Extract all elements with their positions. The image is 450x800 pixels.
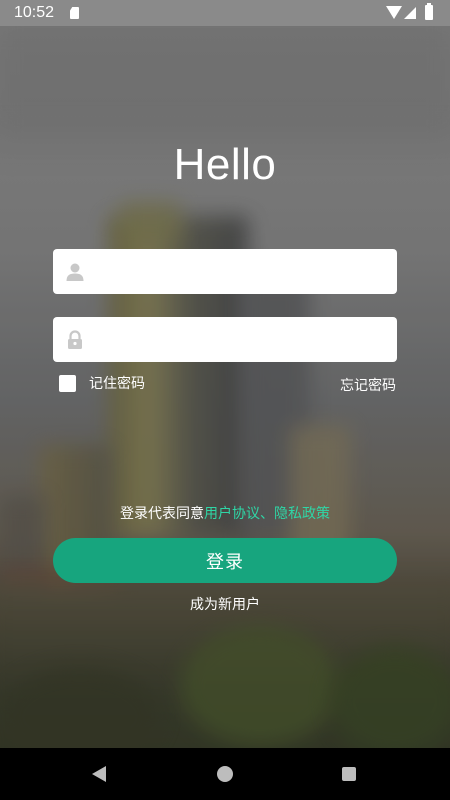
cell-signal-icon — [404, 7, 416, 19]
status-time: 10:52 — [14, 4, 55, 21]
battery-icon — [425, 3, 433, 20]
remember-label: 记住密码 — [89, 376, 145, 392]
user-icon — [65, 262, 85, 282]
agreement-text: 登录代表同意用户协议、隐私政策 — [0, 503, 450, 523]
wifi-icon — [386, 6, 402, 19]
recents-icon[interactable] — [342, 767, 356, 781]
home-icon[interactable] — [217, 766, 233, 782]
status-bar: 10:52 — [0, 0, 450, 26]
password-input[interactable] — [97, 317, 391, 364]
agreement-link[interactable]: 用户协议、隐私政策 — [204, 506, 330, 522]
password-field[interactable] — [53, 317, 397, 364]
sd-card-icon — [70, 7, 79, 19]
register-link[interactable]: 成为新用户 — [0, 594, 450, 614]
back-icon[interactable] — [92, 766, 106, 782]
username-field[interactable] — [53, 249, 397, 296]
remember-checkbox[interactable] — [59, 374, 76, 392]
login-button[interactable]: 登录 — [53, 538, 397, 583]
remember-password[interactable]: 记住密码 — [59, 373, 145, 393]
navigation-bar — [0, 748, 450, 800]
forgot-password-link[interactable]: 忘记密码 — [340, 375, 396, 395]
agreement-prefix: 登录代表同意 — [120, 506, 204, 522]
lock-icon — [65, 330, 85, 350]
username-input[interactable] — [97, 249, 391, 296]
page-title: Hello — [173, 140, 277, 189]
